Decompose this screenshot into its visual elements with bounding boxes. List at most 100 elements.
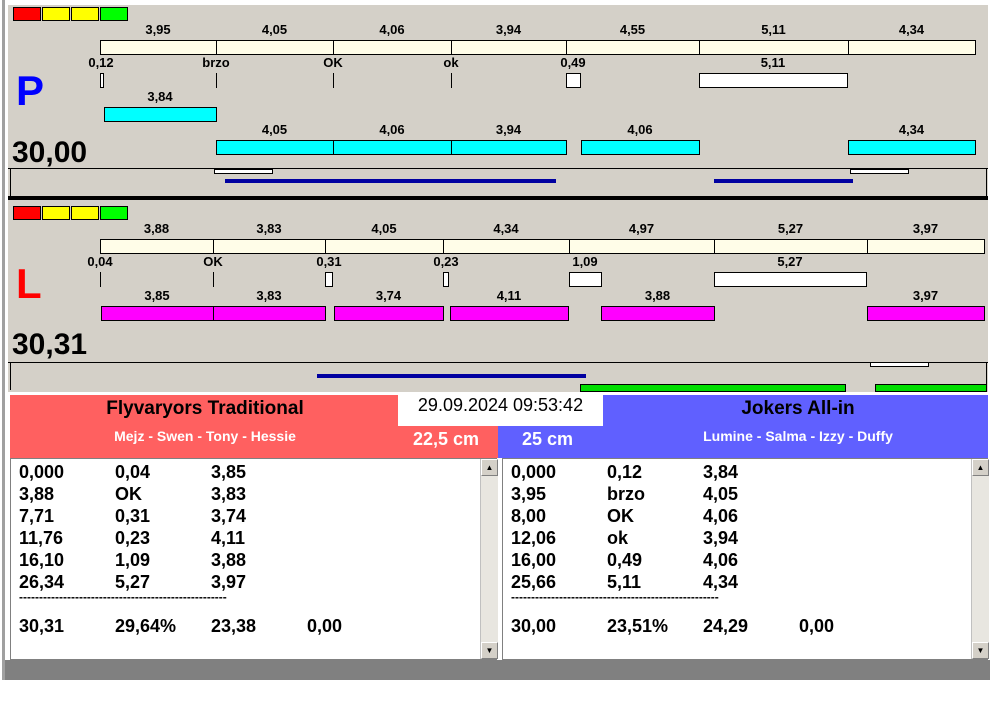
- p-track-white: [214, 169, 273, 174]
- p-row2-label: 4,06: [627, 122, 653, 137]
- l-sub-label: 5,27: [777, 254, 803, 269]
- team2-name: Jokers All-in: [741, 398, 855, 419]
- l-row-bar: [450, 306, 569, 321]
- status-indicator-box: [42, 206, 70, 220]
- summary-cell: 0,00: [799, 616, 835, 636]
- scroll-up-icon[interactable]: ▲: [481, 459, 498, 476]
- p-sub-box: [699, 73, 848, 88]
- panel-p: P 30,00 3,95 4,05 4,06 3,94 4,55 5,11 4,34 0,12 br…: [8, 5, 988, 196]
- l-sub-box: [443, 272, 449, 287]
- list-cell: 4,06: [703, 506, 739, 526]
- list-cell: 11,76: [19, 528, 64, 548]
- p-row2-bar: [451, 140, 567, 155]
- scroll-down-icon[interactable]: ▼: [481, 642, 498, 659]
- list-cell: 3,85: [211, 462, 247, 482]
- list-cell: 3,94: [703, 528, 739, 548]
- team1-scrollbar[interactable]: ▲ ▼: [480, 459, 498, 659]
- list-cell: 0,23: [115, 528, 151, 548]
- l-blue-line: [317, 374, 586, 378]
- p-total: 30,00: [12, 136, 88, 169]
- p-sub-label: brzo: [202, 55, 230, 70]
- l-top-label: 4,97: [628, 221, 655, 236]
- p-top-segment: [566, 40, 700, 55]
- l-row-bar: [334, 306, 444, 321]
- list-cell: 0,49: [607, 550, 643, 570]
- list-cell: 3,95: [511, 484, 547, 504]
- p-sub-box: [100, 73, 104, 88]
- l-top-label: 3,97: [912, 221, 939, 236]
- summary-cell: 0,00: [307, 616, 343, 636]
- list-cell: 0,000: [19, 462, 65, 482]
- p-row1-label: 3,84: [147, 89, 173, 104]
- p-sub-label: 0,49: [560, 55, 586, 70]
- l-row-label: 3,88: [644, 288, 671, 303]
- list-cell: 3,88: [19, 484, 55, 504]
- p-top-label: 3,95: [145, 22, 171, 37]
- team2-scrollbar[interactable]: ▲ ▼: [971, 459, 989, 659]
- status-strip: [5, 660, 990, 680]
- summary-cell: 23,51%: [607, 616, 669, 636]
- team1-distance: 22,5 cm: [413, 429, 480, 449]
- list-cell: brzo: [607, 484, 645, 504]
- p-row2-label: 4,05: [261, 122, 288, 137]
- p-row2-label: 3,94: [495, 122, 522, 137]
- l-sub-label: 0,04: [87, 254, 113, 269]
- p-row2-label: 4,06: [379, 122, 405, 137]
- team1-name: Flyvaryors Traditional: [106, 398, 304, 419]
- side-letter-p: P: [16, 67, 45, 114]
- list-cell: 16,10: [19, 550, 65, 570]
- l-sub-box: [714, 272, 867, 287]
- p-sub-tick: [451, 73, 452, 88]
- l-top-segment: [569, 239, 715, 254]
- l-track-edge: [10, 362, 11, 390]
- l-top-segment: [100, 239, 214, 254]
- l-sub-tick: [213, 272, 214, 287]
- scroll-down-icon[interactable]: ▼: [972, 642, 989, 659]
- p-sub-label: 0,12: [88, 55, 114, 70]
- side-letter-l: L: [16, 260, 42, 307]
- l-sub-label: 1,09: [572, 254, 598, 269]
- l-total: 30,31: [12, 328, 88, 361]
- l-row-label: 3,97: [912, 288, 939, 303]
- summary-cell: 30,31: [19, 616, 65, 636]
- p-sub-box: [566, 73, 581, 88]
- team2-list[interactable]: ▲ ▼ 0,000 0,12 3,84 3,95 brzo 4,05 8,00 OK 4,06 1…: [502, 458, 989, 660]
- list-cell: 8,00: [511, 506, 547, 526]
- p-top-label: 3,94: [495, 22, 522, 37]
- status-indicator-box: [100, 206, 128, 220]
- p-row2-label: 4,34: [898, 122, 925, 137]
- list-cell: 3,84: [703, 462, 739, 482]
- l-row-label: 3,85: [144, 288, 170, 303]
- l-row-label: 4,11: [496, 288, 522, 303]
- p-top-segment: [100, 40, 217, 55]
- p-top-segment: [848, 40, 976, 55]
- p-blue-line: [714, 179, 853, 183]
- l-top-segment: [213, 239, 326, 254]
- list-cell: 0,000: [511, 462, 557, 482]
- summary-cell: 29,64%: [115, 616, 177, 636]
- scroll-up-icon[interactable]: ▲: [972, 459, 989, 476]
- list-cell: 3,83: [211, 484, 247, 504]
- p-top-label: 4,55: [619, 22, 646, 37]
- p-track-white: [850, 169, 909, 174]
- team2-distance: 25 cm: [522, 429, 574, 449]
- team1-players: Mejz - Swen - Tony - Hessie: [114, 428, 296, 444]
- p-top-segment: [216, 40, 334, 55]
- p-row2-bar: [333, 140, 452, 155]
- status-indicator-box: [13, 7, 41, 21]
- p-sub-tick: [216, 73, 217, 88]
- l-top-segment: [714, 239, 868, 254]
- status-indicator-box: [71, 206, 99, 220]
- list-cell: 0,12: [607, 462, 643, 482]
- p-top-label: 4,06: [379, 22, 405, 37]
- p-sub-tick: [333, 73, 334, 88]
- l-top-segment: [325, 239, 444, 254]
- list-separator: ----------------------------------------…: [19, 590, 227, 604]
- l-top-label: 4,05: [371, 221, 397, 236]
- window-left-border: [2, 0, 5, 680]
- list-separator: ----------------------------------------…: [511, 590, 719, 604]
- p-top-segment: [333, 40, 452, 55]
- team1-list[interactable]: ▲ ▼ 0,000 0,04 3,85 3,88 OK 3,83 7,71 0,31 3,74 1…: [10, 458, 498, 660]
- list-cell: OK: [607, 506, 634, 526]
- team2-players: Lumine - Salma - Izzy - Duffy: [703, 428, 893, 444]
